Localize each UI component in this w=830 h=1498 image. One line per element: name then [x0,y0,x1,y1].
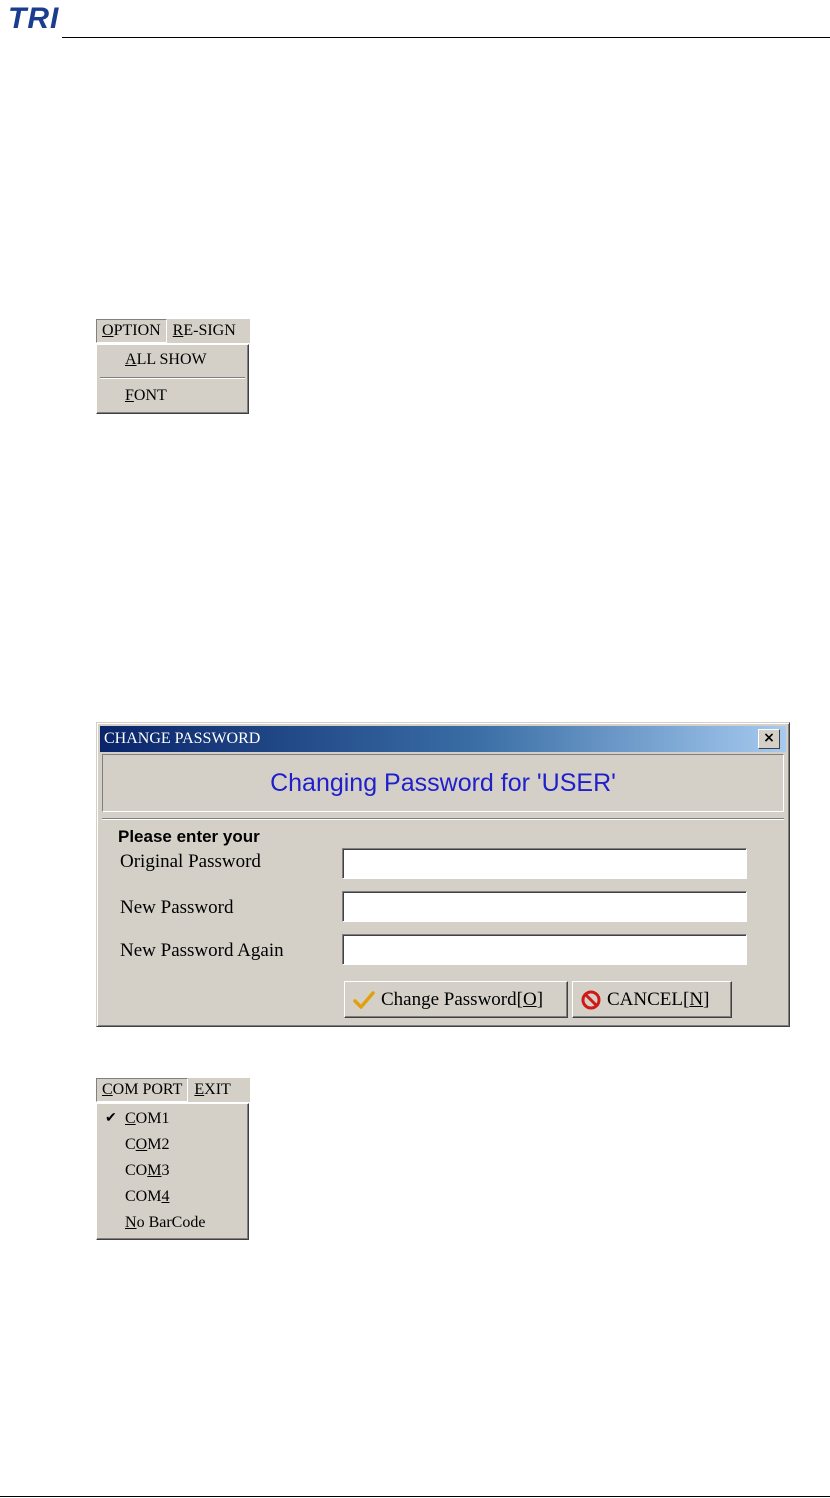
no-entry-icon [581,990,601,1010]
menu-item-com3[interactable]: COM3 [97,1158,248,1184]
checkmark-icon [353,990,375,1009]
menu-option-mnemonic: O [102,322,114,339]
cancel-button[interactable]: CANCEL[N] [572,981,732,1018]
original-password-field[interactable] [342,848,747,879]
new-password-label: New Password [120,897,234,918]
checkmark-icon: ✔ [105,1111,117,1126]
menu-item-com4[interactable]: COM4 [97,1184,248,1210]
menu-re-sign[interactable]: RE-SIGN [167,319,242,343]
footer-divider [0,1496,830,1497]
com-menubar: COM PORT EXIT [96,1078,250,1102]
exit-mnemonic: E [194,1081,205,1098]
all-show-label: LL SHOW [136,351,207,368]
new-password-again-field[interactable] [342,934,747,965]
original-password-label: Original Password [120,851,261,872]
change-password-label: Change Password[O] [381,988,544,1010]
com-port-mnemonic: C [102,1081,113,1098]
font-label: ONT [133,387,167,404]
exit-label: XIT [204,1081,231,1098]
menu-option[interactable]: OPTION [96,319,167,343]
banner-text: Changing Password for 'USER' [270,768,616,797]
com-port-menu-screenshot: COM PORT EXIT ✔ COM1 COM2 COM3 COM4 No Ba… [96,1078,250,1240]
dialog-titlebar: CHANGE PASSWORD × [100,726,786,752]
menu-item-com1[interactable]: ✔ COM1 [97,1106,248,1132]
option-menu-screenshot: OPTION RE-SIGN ALL SHOW FONT [96,319,250,414]
close-button[interactable]: × [758,729,780,749]
header-divider [62,37,830,38]
menu-item-no-barcode[interactable]: No BarCode [97,1210,248,1236]
menu-item-font[interactable]: FONT [97,383,248,409]
menu-item-com2[interactable]: COM2 [97,1132,248,1158]
dialog-title: CHANGE PASSWORD [104,730,261,747]
com-port-dropdown: ✔ COM1 COM2 COM3 COM4 No BarCode [96,1103,249,1240]
option-menubar: OPTION RE-SIGN [96,319,250,343]
menu-com-port[interactable]: COM PORT [96,1078,189,1102]
change-password-button[interactable]: Change Password[O] [344,981,568,1018]
menu-separator [100,377,245,379]
all-show-mnemonic: A [125,351,137,368]
prompt-text: Please enter your [118,827,260,846]
menu-item-all-show[interactable]: ALL SHOW [97,347,248,373]
menu-re-sign-label: E-SIGN [183,322,236,339]
option-dropdown: ALL SHOW FONT [96,344,249,414]
font-mnemonic: F [125,387,134,404]
menu-exit[interactable]: EXIT [188,1078,236,1102]
new-password-field[interactable] [342,891,747,922]
cancel-label: CANCEL[N] [607,988,710,1010]
change-password-dialog: CHANGE PASSWORD × Changing Password for … [96,722,790,1027]
new-password-again-label: New Password Again [120,940,284,961]
dialog-banner: Changing Password for 'USER' [102,754,784,812]
menu-re-sign-mnemonic: R [172,322,184,339]
close-icon: × [763,730,775,746]
com-port-label: OM PORT [112,1081,183,1098]
tri-logo: TRI [8,2,60,35]
menu-option-label: PTION [113,322,161,339]
